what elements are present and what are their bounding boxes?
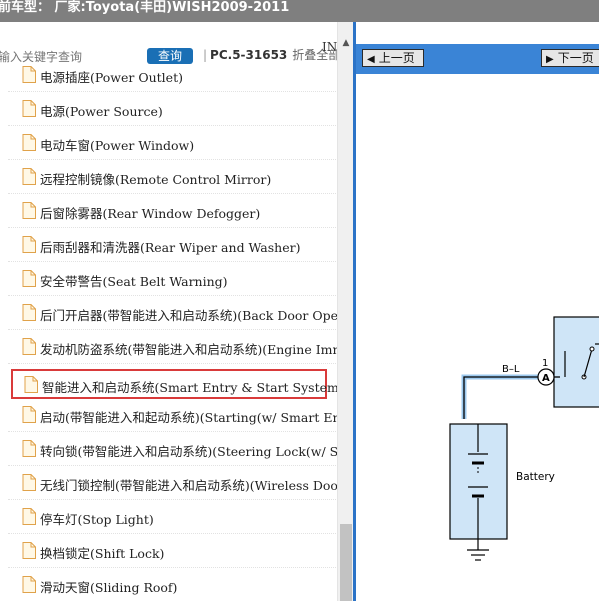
scroll-up-arrow-icon[interactable]: ▲ [338, 36, 354, 50]
toc-panel: 查询 |PC.5-31653折叠全部 IN 电源插座(Power Outlet)… [0, 22, 353, 601]
battery-label: Battery [516, 471, 555, 483]
tree-item-label: 远程控制镜像(Remote Control Mirror) [40, 172, 272, 187]
tree-item-label: 电动车窗(Power Window) [40, 138, 195, 153]
tree-item-label: 电源插座(Power Outlet) [40, 70, 183, 85]
tree-item-label: 安全带警告(Seat Belt Warning) [40, 274, 228, 289]
pc-code: PC.5-31653 [210, 48, 288, 62]
search-bar: 查询 |PC.5-31653折叠全部 IN [0, 22, 340, 66]
tree-item-label: 智能进入和启动系统(Smart Entry & Start System ) [42, 380, 337, 395]
document-icon [22, 474, 36, 491]
search-input[interactable] [0, 48, 138, 66]
document-icon [22, 236, 36, 253]
prev-page-label: 上一页 [378, 51, 415, 65]
tree-item-power-outlet[interactable]: 电源插座(Power Outlet) [8, 66, 337, 92]
document-icon [22, 168, 36, 185]
pin-number: 1 [542, 358, 548, 369]
arrow-right-icon: ▶ [546, 54, 554, 65]
tree-item-wireless-door-lock[interactable]: 无线门锁控制(带智能进入和启动系统)(Wireless Door [8, 466, 337, 500]
tree-item-label: 换档锁定(Shift Lock) [40, 546, 165, 561]
tree-item-label: 后窗除雾器(Rear Window Defogger) [40, 206, 261, 221]
viewer-toolbar: ◀ 上一页 ▶ 下一页 [356, 44, 599, 74]
tree-item-label: 发动机防盗系统(带智能进入和启动系统)(Engine Immobil [40, 342, 337, 357]
header-title: 前车型： 厂家:Toyota(丰田)WISH2009-2011 [0, 0, 290, 15]
document-icon [22, 440, 36, 457]
tree-item-shift-lock[interactable]: 换档锁定(Shift Lock) [8, 534, 337, 568]
search-button[interactable]: 查询 [147, 48, 193, 64]
wire-b-l [463, 376, 538, 419]
document-icon [24, 376, 38, 393]
tree-item-rear-wiper-washer[interactable]: 后雨刮器和清洗器(Rear Wiper and Washer) [8, 228, 337, 262]
tree-item-power-window[interactable]: 电动车窗(Power Window) [8, 126, 337, 160]
tree-item-label: 无线门锁控制(带智能进入和启动系统)(Wireless Door [40, 478, 337, 493]
wire-b-l-shadow [461, 374, 538, 419]
pc-separator: | [203, 48, 208, 62]
next-page-button[interactable]: ▶ 下一页 [541, 49, 599, 67]
toc-tree: 电源插座(Power Outlet) 电源(Power Source) 电动车窗… [0, 66, 337, 601]
document-icon [22, 576, 36, 593]
document-icon [22, 304, 36, 321]
tree-item-remote-control-mirror[interactable]: 远程控制镜像(Remote Control Mirror) [8, 160, 337, 194]
tree-item-engine-immobiliser[interactable]: 发动机防盗系统(带智能进入和启动系统)(Engine Immobil [8, 330, 337, 364]
arrow-left-icon: ◀ [367, 54, 375, 65]
prev-page-button[interactable]: ◀ 上一页 [362, 49, 424, 67]
document-icon [22, 100, 36, 117]
scroll-thumb[interactable] [340, 524, 352, 601]
document-icon [22, 508, 36, 525]
document-icon [22, 134, 36, 151]
pc-extra-label: IN [322, 40, 338, 54]
wiring-diagram: B–L 1 A Battery [449, 316, 599, 561]
header-bar: 前车型： 厂家:Toyota(丰田)WISH2009-2011 [0, 0, 599, 22]
relay-component-box [553, 316, 599, 408]
document-icon [22, 202, 36, 219]
pc-info: | PC.5-31653 折叠全部 [203, 46, 340, 64]
tree-item-label: 后门开启器(带智能进入和启动系统)(Back Door Opener [40, 308, 337, 323]
tree-item-seat-belt-warning[interactable]: 安全带警告(Seat Belt Warning) [8, 262, 337, 296]
document-icon [22, 406, 36, 423]
diagram-viewer: ◀ 上一页 ▶ 下一页 B–L 1 A Battery [353, 22, 599, 601]
toc-scrollbar[interactable]: ▲ [337, 22, 353, 601]
tree-item-rear-window-defogger[interactable]: 后窗除雾器(Rear Window Defogger) [8, 194, 337, 228]
tree-item-label: 后雨刮器和清洗器(Rear Wiper and Washer) [40, 240, 301, 255]
connector-label: A [542, 373, 550, 384]
document-icon [22, 66, 36, 83]
switch-contact-upper [589, 346, 595, 352]
tree-item-label: 转向锁(带智能进入和启动系统)(Steering Lock(w/ Smar [40, 444, 337, 459]
tree-item-smart-entry-start[interactable]: 智能进入和启动系统(Smart Entry & Start System ) [11, 369, 337, 399]
tree-item-starting[interactable]: 启动(带智能进入和起动系统)(Starting(w/ Smart Entry [8, 398, 337, 432]
tree-item-stop-light[interactable]: 停车灯(Stop Light) [8, 500, 337, 534]
tree-item-label: 停车灯(Stop Light) [40, 512, 154, 527]
tree-item-sliding-roof[interactable]: 滑动天窗(Sliding Roof) [8, 568, 337, 601]
next-page-label: 下一页 [557, 51, 594, 65]
document-icon [22, 338, 36, 355]
document-icon [22, 542, 36, 559]
tree-item-steering-lock[interactable]: 转向锁(带智能进入和启动系统)(Steering Lock(w/ Smar [8, 432, 337, 466]
document-icon [22, 270, 36, 287]
tree-item-label: 电源(Power Source) [40, 104, 163, 119]
tree-item-power-source[interactable]: 电源(Power Source) [8, 92, 337, 126]
tree-item-label: 启动(带智能进入和起动系统)(Starting(w/ Smart Entry [40, 410, 337, 425]
wire-label: B–L [502, 364, 520, 375]
tree-item-back-door-opener[interactable]: 后门开启器(带智能进入和启动系统)(Back Door Opener [8, 296, 337, 330]
tree-item-label: 滑动天窗(Sliding Roof) [40, 580, 178, 595]
